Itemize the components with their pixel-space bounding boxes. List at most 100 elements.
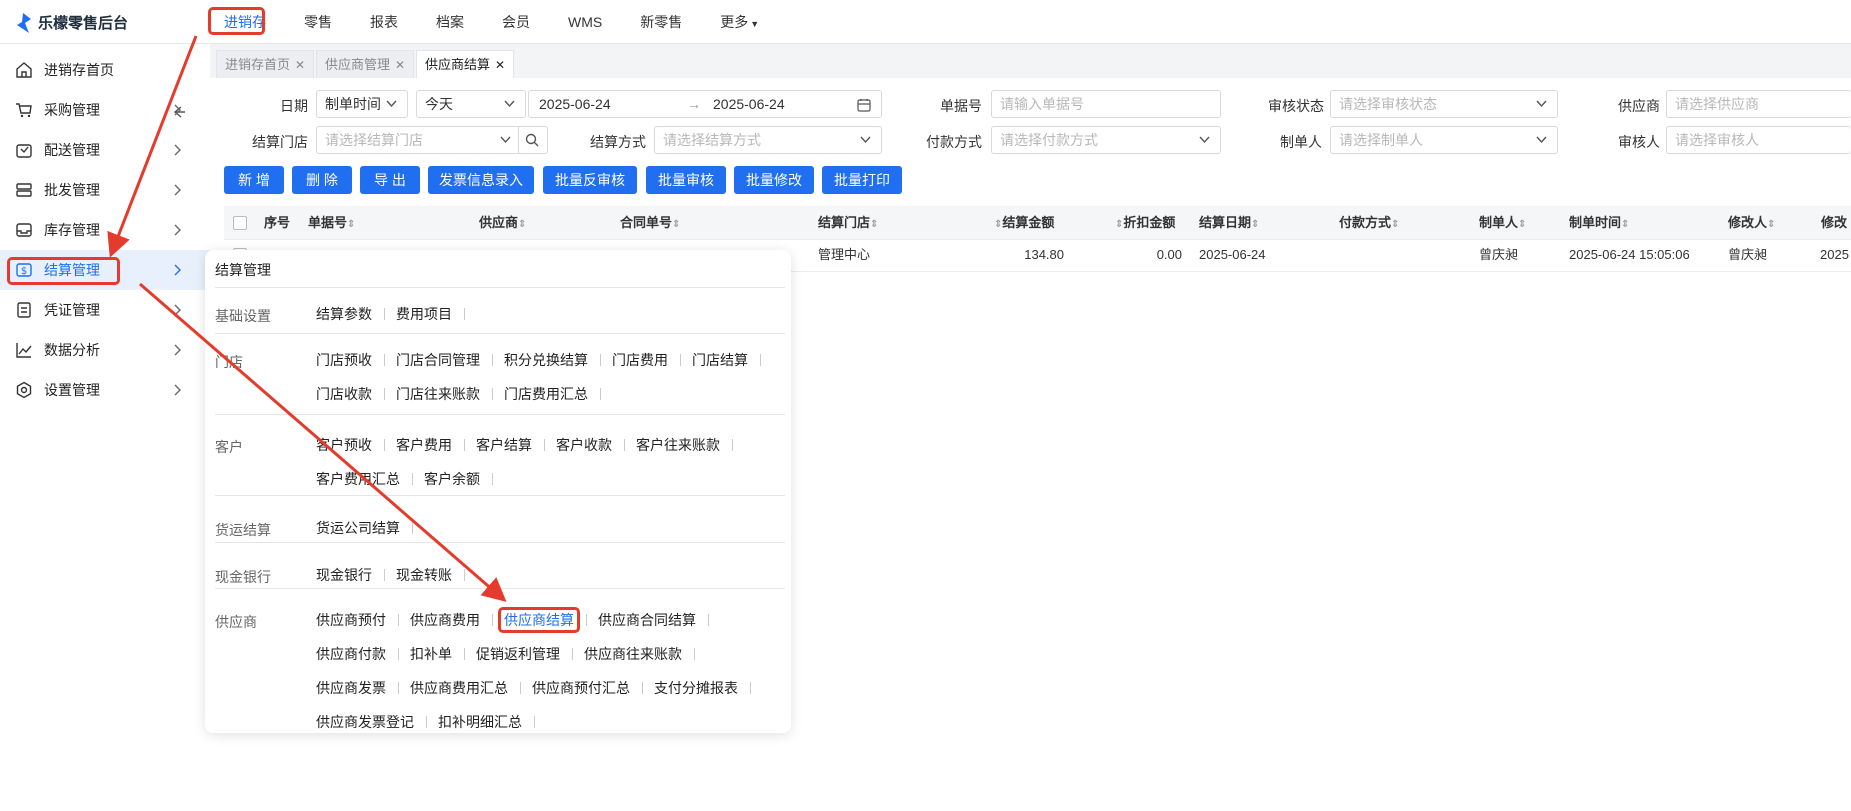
menu-link[interactable]: 客户费用 xyxy=(396,435,452,455)
menu-link[interactable]: 供应商往来账款 xyxy=(584,644,682,664)
date-type-select[interactable]: 制单时间 xyxy=(316,90,408,118)
menu-link[interactable]: 客户结算 xyxy=(476,435,532,455)
batch-print-button[interactable]: 批量打印 xyxy=(822,166,902,194)
col-date[interactable]: 结算日期⇕ xyxy=(1199,206,1259,240)
app-logo[interactable]: 乐檬零售后台 xyxy=(14,12,128,33)
col-store[interactable]: 结算门店⇕ xyxy=(818,206,878,240)
sidebar-item-analysis[interactable]: 数据分析 xyxy=(0,330,210,370)
menu-link[interactable]: 门店合同管理 xyxy=(396,350,480,370)
menu-link[interactable]: 支付分摊报表 xyxy=(654,678,738,698)
menu-link[interactable]: 客户往来账款 xyxy=(636,435,720,455)
menu-link[interactable]: 门店结算 xyxy=(692,350,748,370)
menu-link[interactable]: 门店费用 xyxy=(612,350,668,370)
menu-link[interactable]: 结算参数 xyxy=(316,304,372,324)
export-button[interactable]: 导 出 xyxy=(360,166,420,194)
menu-link[interactable]: 供应商付款 xyxy=(316,644,386,664)
menu-link[interactable]: 门店预收 xyxy=(316,350,372,370)
sidebar-item-settings[interactable]: 设置管理 xyxy=(0,370,210,410)
menu-link[interactable]: 现金银行 xyxy=(316,565,372,585)
audit-status-select[interactable]: 请选择审核状态 xyxy=(1330,90,1558,118)
col-make-time[interactable]: 制单时间⇕ xyxy=(1569,206,1629,240)
link-separator xyxy=(492,473,493,485)
topnav-wms[interactable]: WMS xyxy=(549,0,621,44)
menu-link[interactable]: 供应商费用 xyxy=(410,610,480,630)
col-contract[interactable]: 合同单号⇕ xyxy=(620,206,680,240)
menu-link[interactable]: 促销返利管理 xyxy=(476,644,560,664)
menu-link[interactable]: 供应商发票 xyxy=(316,678,386,698)
menu-link[interactable]: 供应商合同结算 xyxy=(598,610,696,630)
menu-link[interactable]: 现金转账 xyxy=(396,565,452,585)
sidebar-item-wholesale[interactable]: 批发管理 xyxy=(0,170,210,210)
menu-link[interactable]: 供应商费用汇总 xyxy=(410,678,508,698)
auditor-select[interactable]: 请选择审核人 xyxy=(1666,126,1851,154)
col-modify[interactable]: 修改 xyxy=(1821,206,1847,240)
col-label: 折扣金额 xyxy=(1123,215,1176,230)
link-separator xyxy=(384,354,385,366)
date-range-select[interactable]: 今天 xyxy=(416,90,526,118)
menu-link[interactable]: 客户收款 xyxy=(556,435,612,455)
menu-link[interactable]: 货运公司结算 xyxy=(316,518,400,538)
date-label: 日期 xyxy=(280,98,308,114)
close-icon[interactable]: ✕ xyxy=(295,58,305,72)
menu-link[interactable]: 积分兑换结算 xyxy=(504,350,588,370)
topnav-archive[interactable]: 档案 xyxy=(417,0,483,44)
sidebar-item-purchase[interactable]: 采购管理 xyxy=(0,90,210,130)
add-button[interactable]: 新 增 xyxy=(224,166,284,194)
menu-link[interactable]: 费用项目 xyxy=(396,304,452,324)
col-amount[interactable]: ⇕结算金额 xyxy=(994,206,1054,240)
supplier-select[interactable]: 请选择供应商 xyxy=(1666,90,1851,118)
bill-no-label: 单据号 xyxy=(940,98,982,114)
batch-edit-button[interactable]: 批量修改 xyxy=(734,166,814,194)
select-all-checkbox[interactable] xyxy=(233,216,247,230)
col-label: 付款方式 xyxy=(1339,215,1392,230)
method-select[interactable]: 请选择结算方式 xyxy=(654,126,882,154)
topnav-member[interactable]: 会员 xyxy=(483,0,549,44)
link-separator xyxy=(464,439,465,451)
tab-supplier-settlement[interactable]: 供应商结算 ✕ xyxy=(416,50,515,78)
menu-link[interactable]: 门店费用汇总 xyxy=(504,384,588,404)
menu-link[interactable]: 门店往来账款 xyxy=(396,384,480,404)
menu-link[interactable]: 供应商预付 xyxy=(316,610,386,630)
bill-no-input[interactable]: 请输入单据号 xyxy=(991,90,1221,118)
col-discount[interactable]: ⇕折扣金额 xyxy=(1115,206,1175,240)
batch-unaudit-button[interactable]: 批量反审核 xyxy=(543,166,637,194)
topnav-report[interactable]: 报表 xyxy=(351,0,417,44)
maker-select[interactable]: 请选择制单人 xyxy=(1330,126,1558,154)
calendar-icon[interactable] xyxy=(857,98,871,112)
cart-icon xyxy=(14,100,34,120)
batch-audit-button[interactable]: 批量审核 xyxy=(646,166,726,194)
search-icon[interactable] xyxy=(525,133,539,147)
tab-home[interactable]: 进销存首页 ✕ xyxy=(216,50,315,78)
tab-supplier-management[interactable]: 供应商管理 ✕ xyxy=(316,50,415,78)
menu-link[interactable]: 门店收款 xyxy=(316,384,372,404)
topnav-retail[interactable]: 零售 xyxy=(285,0,351,44)
menu-link[interactable]: 扣补明细汇总 xyxy=(438,712,522,732)
supplier-label: 供应商 xyxy=(1618,98,1660,114)
close-icon[interactable]: ✕ xyxy=(395,58,405,72)
menu-link[interactable]: 客户余额 xyxy=(424,469,480,489)
sidebar-item-inventory[interactable]: 库存管理 xyxy=(0,210,210,250)
section-label: 基础设置 xyxy=(215,308,271,324)
invoice-entry-button[interactable]: 发票信息录入 xyxy=(428,166,534,194)
sidebar-item-home[interactable]: 进销存首页 xyxy=(0,50,210,90)
col-supplier[interactable]: 供应商⇕ xyxy=(479,206,526,240)
col-modifier[interactable]: 修改人⇕ xyxy=(1728,206,1775,240)
sidebar-item-distribution[interactable]: 配送管理 xyxy=(0,130,210,170)
sidebar-item-voucher[interactable]: 凭证管理 xyxy=(0,290,210,330)
topnav-new-retail[interactable]: 新零售 xyxy=(621,0,701,44)
col-maker[interactable]: 制单人⇕ xyxy=(1479,206,1526,240)
menu-link[interactable]: 客户预收 xyxy=(316,435,372,455)
menu-link[interactable]: 客户费用汇总 xyxy=(316,469,400,489)
pay-method-select[interactable]: 请选择付款方式 xyxy=(991,126,1221,154)
menu-link[interactable]: 供应商发票登记 xyxy=(316,712,414,732)
sidebar-item-label: 配送管理 xyxy=(44,142,100,158)
close-icon[interactable]: ✕ xyxy=(495,58,505,72)
store-select[interactable]: 请选择结算门店 xyxy=(316,126,548,154)
col-pay[interactable]: 付款方式⇕ xyxy=(1339,206,1399,240)
menu-link[interactable]: 供应商预付汇总 xyxy=(532,678,630,698)
menu-link[interactable]: 扣补单 xyxy=(410,644,452,664)
topnav-more[interactable]: 更多 ▼ xyxy=(701,0,778,44)
col-bill-no[interactable]: 单据号⇕ xyxy=(308,206,355,240)
delete-button[interactable]: 删 除 xyxy=(292,166,352,194)
date-picker[interactable]: 2025-06-24 → 2025-06-24 xyxy=(528,90,882,118)
